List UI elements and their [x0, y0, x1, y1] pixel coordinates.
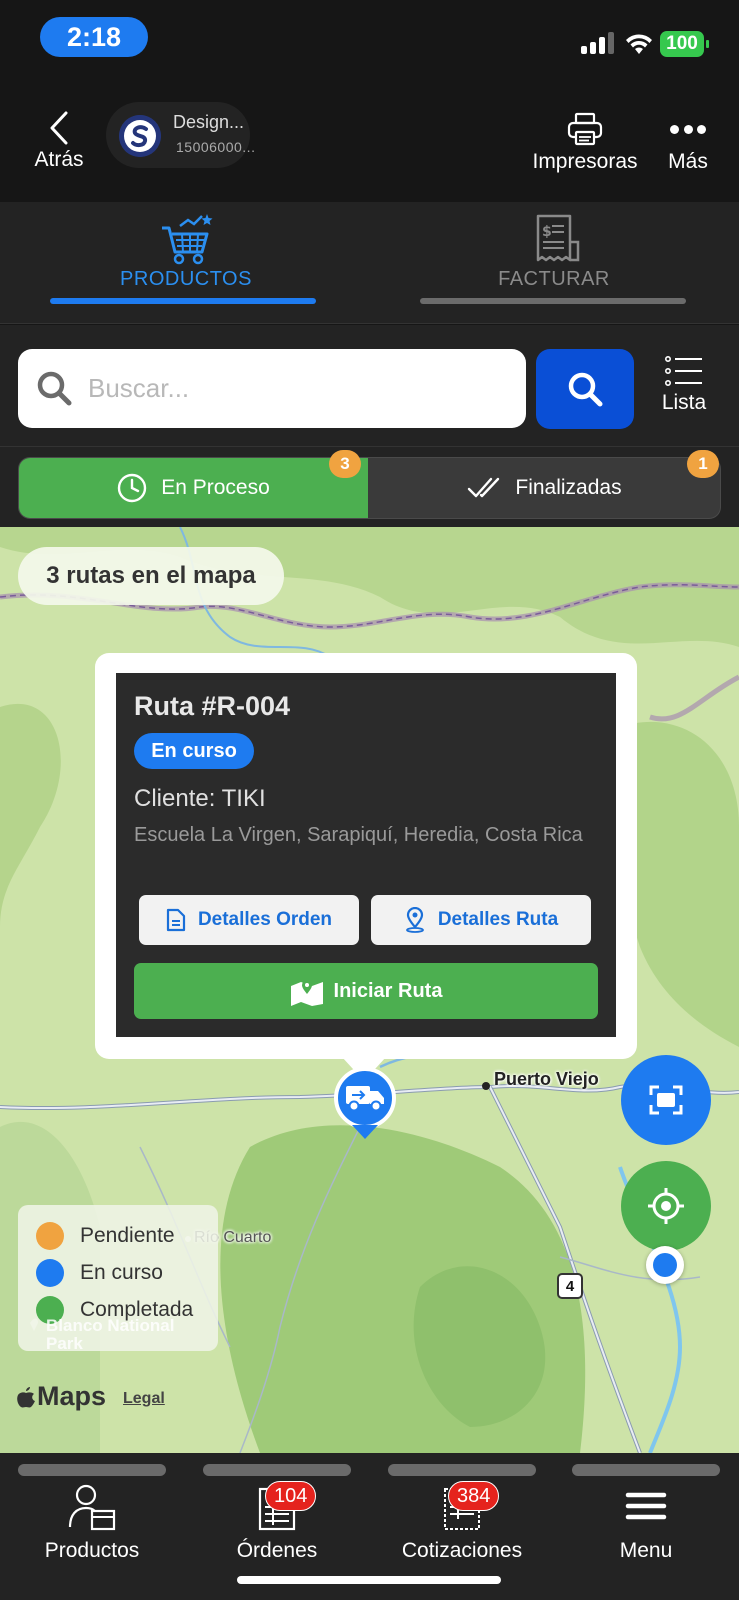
legend-item: En curso [36, 1258, 163, 1288]
more-button[interactable]: Más [662, 112, 714, 182]
printer-icon [567, 112, 603, 146]
route-callout: Ruta #R-004 En curso Cliente: TIKI Escue… [116, 673, 616, 1037]
battery-icon: 100 [660, 31, 710, 57]
nav-productos[interactable]: Productos [12, 1481, 172, 1581]
app-header: Atrás Design... 15006000... Impresoras M… [0, 80, 739, 202]
tab-facturar-label: FACTURAR [498, 268, 610, 290]
document-icon [166, 908, 186, 932]
apple-maps-logo: Maps [16, 1381, 106, 1412]
list-view-label: Lista [661, 391, 707, 414]
start-route-label: Iniciar Ruta [333, 979, 443, 1002]
back-label: Atrás [34, 148, 84, 171]
cart-icon [162, 214, 213, 265]
status-bar: 2:18 100 [0, 0, 739, 80]
search-field [18, 349, 526, 428]
marker-pointer [352, 1125, 378, 1139]
en-proceso-count-badge: 3 [329, 450, 361, 478]
printers-button[interactable]: Impresoras [526, 112, 644, 182]
cotizaciones-count-badge: 384 [448, 1481, 500, 1511]
back-button[interactable]: Atrás [24, 110, 94, 180]
nav-ordenes[interactable]: Órdenes 104 [197, 1481, 357, 1581]
double-check-icon [468, 477, 500, 498]
clock-icon [118, 473, 147, 503]
tab-inactive-indicator [420, 298, 686, 304]
module-tabs: PRODUCTOS $ FACTURAR [0, 202, 739, 324]
nav-menu-label: Menu [619, 1539, 673, 1562]
user-location-dot [646, 1246, 684, 1284]
map-label-puerto-viejo: Puerto Viejo [494, 1069, 599, 1089]
legend-item: Pendiente [36, 1221, 175, 1251]
segment-finalizadas[interactable]: Finalizadas [368, 458, 721, 518]
routes-count-pill: 3 rutas en el mapa [18, 547, 284, 605]
wifi-icon [626, 34, 652, 54]
hamburger-menu-icon [625, 1492, 667, 1520]
cellular-signal-icon [581, 32, 617, 54]
route-details-button[interactable]: Detalles Ruta [371, 895, 591, 945]
crosshair-icon [648, 1188, 684, 1224]
map-pin-icon [290, 980, 323, 1006]
ordenes-count-badge: 104 [265, 1481, 317, 1511]
truck-icon [346, 1086, 384, 1112]
company-selector[interactable]: Design... 15006000... [106, 102, 255, 168]
start-route-button[interactable]: Iniciar Ruta [134, 963, 598, 1019]
route-title: Ruta #R-004 [134, 691, 291, 721]
segment-finalizadas-label: Finalizadas [515, 476, 622, 499]
more-label: Más [668, 150, 708, 173]
segment-en-proceso[interactable]: En Proceso [19, 458, 368, 518]
legend-dot-in-progress [36, 1259, 64, 1287]
route-address: Escuela La Virgen, Sarapiquí, Heredia, C… [134, 824, 583, 846]
order-details-label: Detalles Orden [197, 909, 333, 930]
route-map[interactable]: 3 rutas en el mapa Puerto Viejo Río Cuar… [0, 527, 739, 1453]
list-icon [665, 356, 702, 386]
chevron-left-icon [50, 111, 68, 145]
route-details-label: Detalles Ruta [437, 909, 559, 930]
search-button[interactable] [536, 349, 634, 429]
order-details-button[interactable]: Detalles Orden [139, 895, 359, 945]
my-location-button[interactable] [621, 1161, 711, 1251]
tab-productos[interactable]: PRODUCTOS [36, 202, 336, 324]
user-package-icon [68, 1484, 116, 1531]
nav-productos-label: Productos [44, 1539, 140, 1562]
search-row: Lista [0, 325, 739, 447]
location-pin-icon [405, 907, 424, 933]
segment-en-proceso-label: En Proceso [161, 476, 270, 499]
legal-link[interactable]: Legal [123, 1390, 165, 1408]
search-input[interactable] [88, 349, 508, 428]
apple-icon [17, 1386, 35, 1407]
status-filter-row: En Proceso 3 Finalizadas 1 [0, 447, 739, 527]
tab-productos-label: PRODUCTOS [120, 268, 252, 290]
svg-text:$: $ [542, 224, 552, 240]
legend-label: Pendiente [80, 1224, 175, 1247]
invoice-icon: $ [536, 214, 580, 262]
search-icon [568, 372, 603, 407]
truck-route-marker[interactable] [334, 1067, 396, 1129]
status-segmented-control: En Proceso 3 Finalizadas 1 [18, 450, 721, 519]
tab-facturar[interactable]: $ FACTURAR [404, 202, 704, 324]
legend-label: En curso [80, 1261, 163, 1284]
nav-ordenes-label: Órdenes [236, 1539, 318, 1562]
battery-level: 100 [660, 31, 704, 57]
route-shield: 4 [557, 1273, 583, 1299]
route-status-badge: En curso [134, 733, 254, 769]
search-icon [37, 371, 72, 406]
route-client: Cliente: TIKI [134, 785, 266, 812]
company-id: 15006000... [176, 139, 256, 155]
expand-frame-icon [649, 1085, 683, 1115]
clock: 2:18 [40, 17, 148, 57]
ellipsis-icon [670, 112, 706, 146]
map-label-park: Blanco National Park [46, 1316, 175, 1353]
nav-menu[interactable]: Menu [566, 1481, 726, 1581]
nav-cotizaciones-label: Cotizaciones [401, 1539, 523, 1562]
finalizadas-count-badge: 1 [687, 450, 719, 478]
tab-active-indicator [50, 298, 316, 304]
printers-label: Impresoras [532, 150, 638, 173]
list-view-button[interactable]: Lista [652, 355, 716, 425]
maps-brand-text: Maps [37, 1381, 107, 1411]
company-logo [119, 115, 161, 157]
legend-dot-pending [36, 1222, 64, 1250]
nav-cotizaciones[interactable]: Cotizaciones 384 [382, 1481, 542, 1581]
fit-to-routes-button[interactable] [621, 1055, 711, 1145]
home-indicator [237, 1576, 501, 1584]
company-name: Design... [173, 112, 245, 132]
